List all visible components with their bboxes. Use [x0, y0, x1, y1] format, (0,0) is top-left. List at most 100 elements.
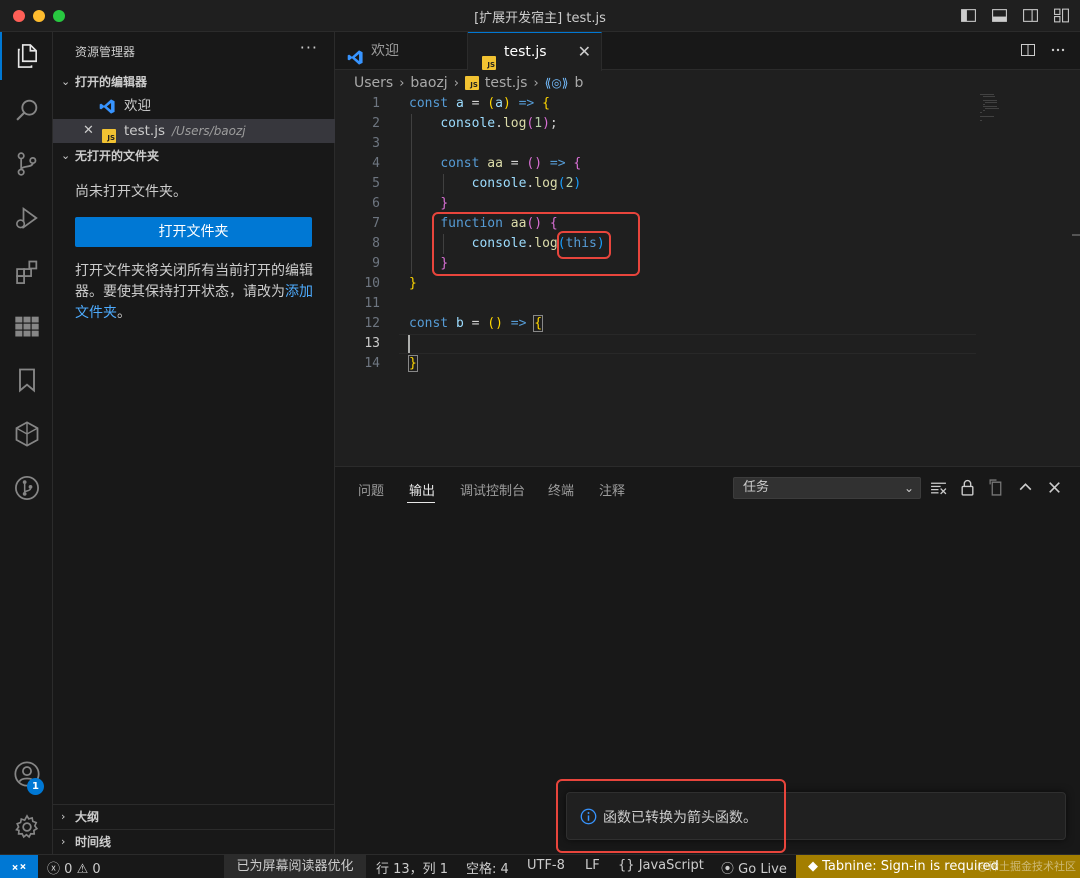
clear-output-icon[interactable] — [930, 479, 947, 496]
hint-text: 打开文件夹将关闭所有当前打开的编辑器。要使其保持打开状态，请改为 — [75, 263, 313, 300]
open-editor-label: test.js — [124, 123, 166, 139]
code-editor[interactable]: 1 const a = (a) => { 2 console.log(1); 3 … — [335, 94, 1080, 466]
tab-welcome[interactable]: 欢迎 — [335, 32, 468, 70]
cursor-position[interactable]: 行 13，列 1 — [376, 858, 448, 877]
run-debug-icon[interactable] — [0, 194, 53, 242]
accounts-badge: 1 — [27, 778, 44, 795]
screen-reader-status[interactable]: 已为屏幕阅读器优化 — [224, 855, 366, 878]
tab-comments[interactable]: 注释 — [599, 480, 625, 499]
error-icon: ⓧ — [47, 862, 61, 877]
grid-icon[interactable] — [0, 302, 53, 350]
code-line: const aa = () => { — [440, 156, 582, 171]
account-icon[interactable]: 1 — [0, 750, 53, 798]
open-folder-button[interactable]: 打开文件夹 — [75, 217, 312, 247]
toggle-sidebar-icon[interactable] — [960, 7, 977, 24]
tab-problems[interactable]: 问题 — [358, 480, 384, 499]
toggle-secondary-sidebar-icon[interactable] — [1022, 7, 1039, 24]
source-control-icon[interactable] — [0, 140, 53, 188]
breadcrumb-item[interactable]: Users — [354, 75, 393, 91]
editor-actions — [1020, 42, 1066, 58]
tab-terminal[interactable]: 终端 — [548, 480, 574, 499]
encoding-status[interactable]: UTF-8 — [527, 858, 565, 873]
line-number: 6 — [372, 196, 380, 211]
window-title: [扩展开发宿主] test.js — [474, 11, 606, 26]
tab-label: test.js — [504, 44, 547, 60]
close-icon[interactable]: ✕ — [83, 119, 94, 143]
split-editor-icon[interactable] — [1020, 42, 1036, 58]
extensions-icon[interactable] — [0, 248, 53, 296]
chevron-down-icon: ⌄ — [61, 149, 71, 162]
outline-title: 大纲 — [75, 810, 100, 824]
timeline-section[interactable]: › 时间线 — [53, 829, 335, 853]
gear-icon[interactable] — [0, 803, 53, 851]
search-icon[interactable] — [0, 86, 53, 134]
chevron-right-icon: › — [61, 810, 66, 823]
symbol-variable-icon: ⟪◎⟫ — [544, 76, 569, 90]
open-editor-path: /Users/baozj — [172, 124, 246, 138]
toggle-panel-icon[interactable] — [991, 7, 1008, 24]
no-folder-section[interactable]: ⌄ 无打开的文件夹 — [53, 145, 335, 167]
problems-status[interactable]: ⓧ 0 ⚠ 0 — [47, 858, 101, 877]
line-number: 8 — [372, 236, 380, 251]
tab-testjs[interactable]: JS test.js ✕ — [468, 32, 602, 71]
open-editor-testjs[interactable]: ✕ JS test.js /Users/baozj — [53, 119, 335, 143]
open-editor-welcome[interactable]: 欢迎 — [53, 94, 335, 118]
line-number: 14 — [364, 356, 380, 371]
close-panel-icon[interactable] — [1046, 479, 1063, 496]
go-live-button[interactable]: ⦿ Go Live — [721, 858, 787, 877]
open-editors-section[interactable]: ⌄ 打开的编辑器 — [53, 71, 335, 93]
minimap[interactable] — [980, 94, 1030, 134]
editor-scrollbar[interactable] — [1072, 234, 1080, 236]
box-icon[interactable] — [0, 410, 53, 458]
tabnine-icon: ◆ — [808, 859, 818, 874]
open-editor-label: 欢迎 — [124, 98, 151, 114]
line-number: 9 — [372, 256, 380, 271]
more-actions-icon[interactable] — [1050, 42, 1066, 58]
tab-debug-console[interactable]: 调试控制台 — [460, 480, 525, 499]
remote-indicator[interactable] — [0, 855, 38, 878]
bookmark-icon[interactable] — [0, 356, 53, 404]
chevron-right-icon: › — [533, 75, 539, 91]
tab-label: 欢迎 — [371, 43, 399, 59]
output-channel-select[interactable]: 任务 ⌄ — [733, 477, 921, 499]
indentation-status[interactable]: 空格: 4 — [466, 858, 509, 877]
code-line: console.log(2) — [471, 176, 582, 191]
tab-output[interactable]: 输出 — [409, 480, 435, 499]
this-highlight-box — [557, 231, 611, 259]
line-number: 1 — [372, 96, 380, 111]
code-line: console.log(1); — [440, 116, 558, 131]
eol-status[interactable]: LF — [585, 858, 600, 873]
line-number: 4 — [372, 156, 380, 171]
chevron-right-icon: › — [453, 75, 459, 91]
breadcrumb-item[interactable]: test.js — [485, 75, 528, 91]
breadcrumb-item[interactable]: b — [574, 75, 583, 91]
code-line: } — [409, 276, 417, 291]
customize-layout-icon[interactable] — [1053, 7, 1070, 24]
go-live-label: Go Live — [738, 862, 787, 877]
select-value: 任务 — [743, 480, 770, 495]
line-number: 13 — [364, 336, 380, 351]
open-output-in-editor-icon[interactable] — [988, 479, 1005, 496]
language-label: JavaScript — [638, 858, 704, 873]
sidebar-title: 资源管理器 — [75, 45, 136, 59]
line-number: 3 — [372, 136, 380, 151]
remote-icon — [12, 863, 26, 871]
editor-tabs: 欢迎 JS test.js ✕ — [335, 32, 1080, 71]
outline-section[interactable]: › 大纲 — [53, 804, 335, 828]
line-number: 2 — [372, 116, 380, 131]
line-number: 11 — [364, 296, 380, 311]
breadcrumb-item[interactable]: baozj — [410, 75, 447, 91]
chevron-down-icon: ⌄ — [61, 75, 71, 88]
no-folder-hint: 打开文件夹将关闭所有当前打开的编辑器。要使其保持打开状态，请改为添加文件夹。 — [75, 261, 325, 324]
warning-icon: ⚠ — [76, 862, 89, 877]
line-number: 5 — [372, 176, 380, 191]
chevron-down-icon: ⌄ — [903, 481, 914, 495]
close-icon[interactable]: ✕ — [578, 33, 591, 71]
lock-icon[interactable] — [959, 479, 976, 496]
error-count: 0 — [64, 862, 73, 877]
more-actions-icon[interactable]: ··· — [300, 38, 318, 57]
maximize-panel-icon[interactable] — [1017, 479, 1034, 496]
explorer-icon[interactable] — [0, 32, 53, 80]
git-graph-icon[interactable] — [0, 464, 53, 512]
language-status[interactable]: {} JavaScript — [618, 858, 704, 873]
